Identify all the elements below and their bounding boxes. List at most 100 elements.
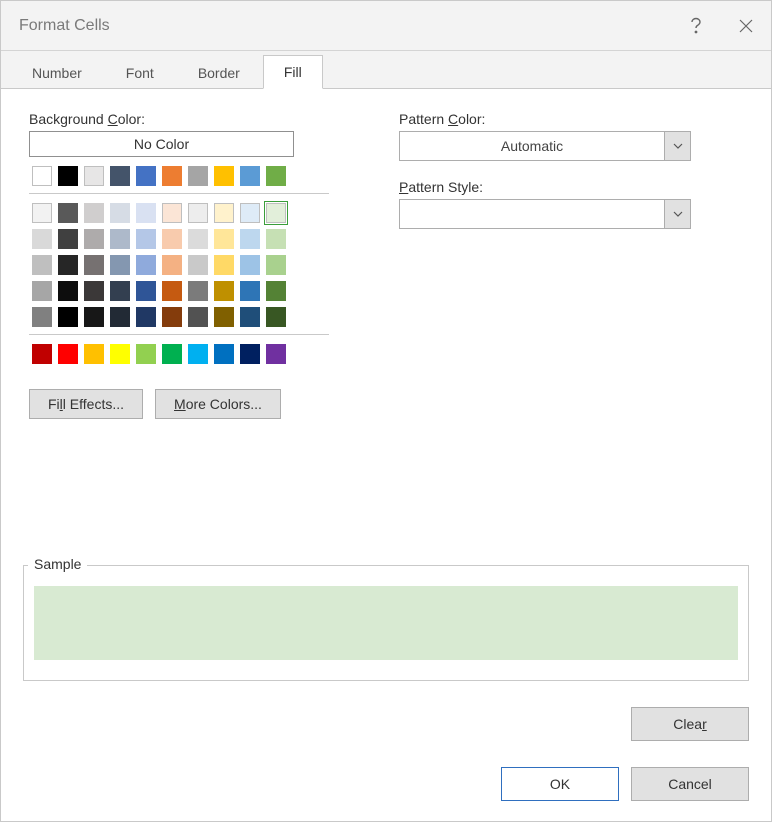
color-swatch[interactable] (188, 255, 208, 275)
color-swatch[interactable] (32, 344, 52, 364)
pattern-color-value: Automatic (400, 132, 664, 160)
sample-preview (34, 586, 738, 660)
color-swatch[interactable] (58, 203, 78, 223)
color-swatch[interactable] (188, 229, 208, 249)
color-swatch[interactable] (188, 166, 208, 186)
color-swatch[interactable] (110, 281, 130, 301)
color-swatch[interactable] (84, 166, 104, 186)
help-button[interactable] (671, 1, 721, 51)
color-swatch[interactable] (110, 255, 130, 275)
color-swatch[interactable] (266, 281, 286, 301)
color-swatch[interactable] (84, 344, 104, 364)
pattern-style-value (400, 200, 664, 228)
pattern-color-combo[interactable]: Automatic (399, 131, 691, 161)
color-swatch[interactable] (266, 307, 286, 327)
color-swatch[interactable] (32, 166, 52, 186)
color-swatch[interactable] (162, 229, 182, 249)
color-swatch[interactable] (214, 166, 234, 186)
color-swatch[interactable] (188, 307, 208, 327)
color-palette (29, 163, 329, 367)
color-swatch[interactable] (32, 255, 52, 275)
pattern-style-combo[interactable] (399, 199, 691, 229)
color-swatch[interactable] (110, 229, 130, 249)
color-swatch[interactable] (188, 344, 208, 364)
color-swatch[interactable] (110, 203, 130, 223)
color-swatch[interactable] (266, 166, 286, 186)
color-swatch[interactable] (214, 344, 234, 364)
color-swatch[interactable] (136, 344, 156, 364)
pattern-color-label: Pattern Color: (399, 111, 743, 127)
ok-button[interactable]: OK (501, 767, 619, 801)
color-swatch[interactable] (84, 229, 104, 249)
color-swatch[interactable] (162, 255, 182, 275)
color-swatch[interactable] (214, 203, 234, 223)
color-swatch[interactable] (110, 307, 130, 327)
color-swatch[interactable] (32, 203, 52, 223)
color-swatch[interactable] (110, 166, 130, 186)
format-cells-dialog: Format Cells Number Font Border Fill Bac… (0, 0, 772, 822)
color-swatch[interactable] (240, 281, 260, 301)
no-color-button[interactable]: No Color (29, 131, 294, 157)
color-swatch[interactable] (58, 166, 78, 186)
pattern-style-label: Pattern Style: (399, 179, 743, 195)
background-color-label: Background Color: (29, 111, 369, 127)
color-swatch[interactable] (162, 203, 182, 223)
color-swatch[interactable] (162, 281, 182, 301)
tab-border[interactable]: Border (177, 56, 261, 89)
dialog-title: Format Cells (19, 17, 110, 35)
color-swatch[interactable] (240, 307, 260, 327)
color-swatch[interactable] (136, 203, 156, 223)
color-swatch[interactable] (58, 229, 78, 249)
color-swatch[interactable] (32, 307, 52, 327)
color-swatch[interactable] (214, 229, 234, 249)
fill-effects-button[interactable]: Fill Effects... (29, 389, 143, 419)
color-swatch[interactable] (84, 255, 104, 275)
titlebar: Format Cells (1, 1, 771, 51)
tabstrip: Number Font Border Fill (1, 51, 771, 89)
tab-content-fill: Background Color: No Color Fill Effects.… (1, 89, 771, 821)
color-swatch[interactable] (240, 229, 260, 249)
color-swatch[interactable] (266, 203, 286, 223)
sample-legend: Sample (28, 556, 87, 572)
color-swatch[interactable] (266, 229, 286, 249)
color-swatch[interactable] (162, 166, 182, 186)
color-swatch[interactable] (32, 229, 52, 249)
color-swatch[interactable] (240, 255, 260, 275)
color-swatch[interactable] (136, 307, 156, 327)
color-swatch[interactable] (214, 281, 234, 301)
tab-fill[interactable]: Fill (263, 55, 323, 89)
cancel-button[interactable]: Cancel (631, 767, 749, 801)
chevron-down-icon (664, 200, 690, 228)
color-swatch[interactable] (240, 203, 260, 223)
color-swatch[interactable] (136, 281, 156, 301)
color-swatch[interactable] (214, 307, 234, 327)
clear-button[interactable]: Clear (631, 707, 749, 741)
color-swatch[interactable] (58, 344, 78, 364)
color-swatch[interactable] (136, 255, 156, 275)
sample-fieldset: Sample (23, 565, 749, 681)
color-swatch[interactable] (32, 281, 52, 301)
color-swatch[interactable] (188, 203, 208, 223)
color-swatch[interactable] (188, 281, 208, 301)
color-swatch[interactable] (266, 255, 286, 275)
color-swatch[interactable] (58, 255, 78, 275)
color-swatch[interactable] (162, 344, 182, 364)
color-swatch[interactable] (240, 166, 260, 186)
color-swatch[interactable] (214, 255, 234, 275)
color-swatch[interactable] (266, 344, 286, 364)
close-button[interactable] (721, 1, 771, 51)
color-swatch[interactable] (136, 166, 156, 186)
color-swatch[interactable] (84, 281, 104, 301)
color-swatch[interactable] (84, 203, 104, 223)
color-swatch[interactable] (84, 307, 104, 327)
color-swatch[interactable] (240, 344, 260, 364)
color-swatch[interactable] (58, 281, 78, 301)
chevron-down-icon (664, 132, 690, 160)
tab-font[interactable]: Font (105, 56, 175, 89)
color-swatch[interactable] (136, 229, 156, 249)
color-swatch[interactable] (58, 307, 78, 327)
tab-number[interactable]: Number (11, 56, 103, 89)
more-colors-button[interactable]: More Colors... (155, 389, 281, 419)
color-swatch[interactable] (110, 344, 130, 364)
color-swatch[interactable] (162, 307, 182, 327)
